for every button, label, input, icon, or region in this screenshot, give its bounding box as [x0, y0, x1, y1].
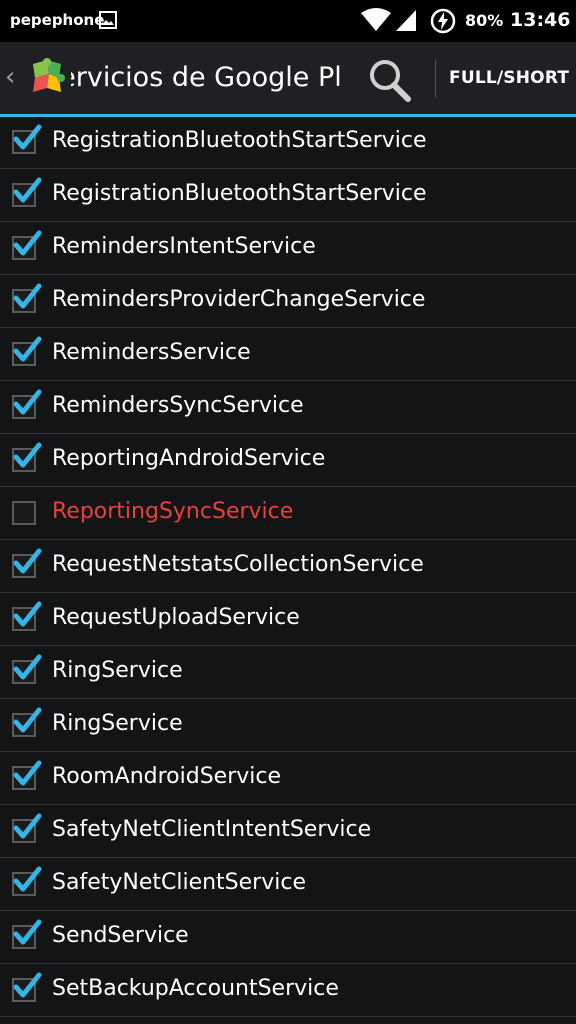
service-checkbox[interactable] — [12, 177, 42, 207]
service-name: RemindersIntentService — [52, 234, 316, 259]
check-icon — [13, 177, 42, 203]
service-name: SafetyNetClientService — [52, 870, 306, 895]
check-icon — [13, 866, 42, 892]
service-name: RemindersProviderChangeService — [52, 287, 426, 312]
service-name: RoomAndroidService — [52, 764, 282, 789]
check-icon — [13, 919, 42, 945]
check-icon — [13, 548, 42, 574]
carrier-name: pepephone — [10, 11, 105, 29]
action-bar: ‹ Servicios de Google Play FULL/SHORT — [0, 42, 576, 114]
service-checkbox[interactable] — [12, 866, 42, 896]
service-name: RequestUploadService — [52, 605, 300, 630]
service-checkbox[interactable] — [12, 707, 42, 737]
check-icon — [13, 336, 42, 362]
service-row[interactable]: ReportingAndroidService — [0, 435, 576, 487]
check-icon — [13, 389, 42, 415]
clock: 13:46 — [510, 9, 571, 31]
check-icon — [13, 283, 42, 309]
service-row[interactable]: RemindersSyncService — [0, 382, 576, 434]
back-caret-icon[interactable]: ‹ — [5, 62, 15, 92]
service-name: SetBackupAccountService — [52, 976, 339, 1001]
service-name: SafetyNetClientIntentService — [52, 817, 372, 842]
check-icon — [13, 124, 42, 150]
check-icon — [13, 654, 42, 680]
service-checkbox[interactable] — [12, 389, 42, 419]
service-checkbox[interactable] — [12, 654, 42, 684]
service-row[interactable]: SafetyNetClientIntentService — [0, 806, 576, 858]
service-checkbox[interactable] — [12, 501, 36, 525]
service-checkbox[interactable] — [12, 230, 42, 260]
image-icon — [99, 11, 117, 33]
service-row[interactable]: RequestNetstatsCollectionService — [0, 541, 576, 593]
service-name: ReportingAndroidService — [52, 446, 326, 471]
service-name: RingService — [52, 711, 183, 736]
cell-signal-icon — [394, 8, 418, 36]
service-row[interactable]: ReportingSyncService — [0, 488, 576, 540]
check-icon — [13, 601, 42, 627]
service-name: SendService — [52, 923, 189, 948]
service-list[interactable]: RegistrationBluetoothStartService Registr… — [0, 117, 576, 1024]
service-row[interactable]: RemindersIntentService — [0, 223, 576, 275]
check-icon — [13, 972, 42, 998]
wifi-icon — [360, 8, 392, 36]
service-name: RingService — [52, 658, 183, 683]
service-checkbox[interactable] — [12, 336, 42, 366]
service-checkbox[interactable] — [12, 760, 42, 790]
service-name: RemindersService — [52, 340, 251, 365]
full-short-button[interactable]: FULL/SHORT — [449, 68, 569, 88]
check-icon — [13, 442, 42, 468]
service-name: RemindersSyncService — [52, 393, 304, 418]
check-icon — [13, 760, 42, 786]
service-row[interactable]: SendService — [0, 912, 576, 964]
check-icon — [13, 813, 42, 839]
app-title: Servicios de Google Play — [71, 62, 341, 93]
service-name: RequestNetstatsCollectionService — [52, 552, 424, 577]
service-row[interactable]: RemindersProviderChangeService — [0, 276, 576, 328]
check-icon — [13, 230, 42, 256]
service-row[interactable]: RequestUploadService — [0, 594, 576, 646]
service-checkbox[interactable] — [12, 919, 42, 949]
service-checkbox[interactable] — [12, 283, 42, 313]
service-row[interactable]: RegistrationBluetoothStartService — [0, 170, 576, 222]
service-row[interactable]: SafetyNetClientService — [0, 859, 576, 911]
service-row[interactable] — [0, 1018, 576, 1024]
status-bar: pepephone 80% 13:46 — [0, 0, 576, 42]
search-icon[interactable] — [366, 56, 414, 104]
check-icon — [13, 707, 42, 733]
service-checkbox[interactable] — [12, 813, 42, 843]
service-row[interactable]: RegistrationBluetoothStartService — [0, 117, 576, 169]
google-play-services-logo[interactable] — [25, 54, 69, 102]
service-row[interactable]: RingService — [0, 700, 576, 752]
service-row[interactable]: RoomAndroidService — [0, 753, 576, 805]
service-checkbox[interactable] — [12, 124, 42, 154]
service-row[interactable]: RingService — [0, 647, 576, 699]
service-name: RegistrationBluetoothStartService — [52, 181, 427, 206]
service-row[interactable]: RemindersService — [0, 329, 576, 381]
service-checkbox[interactable] — [12, 442, 42, 472]
battery-percent: 80% — [465, 11, 504, 30]
service-row[interactable]: SetBackupAccountService — [0, 965, 576, 1017]
service-checkbox[interactable] — [12, 972, 42, 1002]
service-checkbox[interactable] — [12, 601, 42, 631]
action-separator — [435, 60, 436, 98]
battery-charging-icon — [430, 8, 456, 38]
service-name: ReportingSyncService — [52, 499, 294, 524]
service-name: RegistrationBluetoothStartService — [52, 128, 427, 153]
service-checkbox[interactable] — [12, 548, 42, 578]
